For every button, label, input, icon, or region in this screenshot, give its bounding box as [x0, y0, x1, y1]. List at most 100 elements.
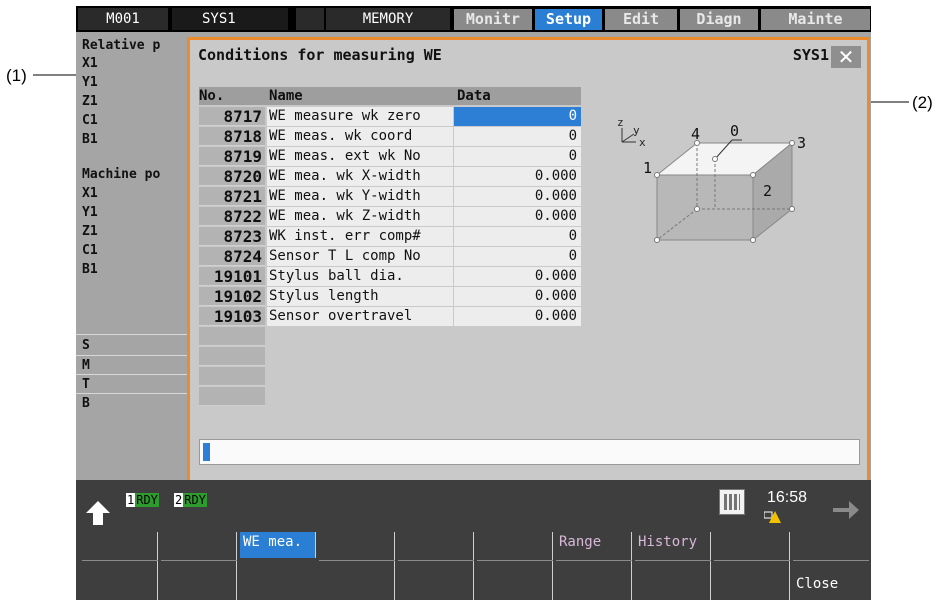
table-row[interactable]	[199, 387, 265, 406]
parameter-number: 8718	[199, 127, 265, 146]
softkey-divider	[793, 560, 869, 561]
parameter-value[interactable]: 0	[454, 107, 581, 126]
parameter-value[interactable]: 0	[454, 147, 581, 166]
softkey-5[interactable]	[398, 532, 474, 600]
close-icon[interactable]: ✕	[831, 46, 861, 68]
softkey-6[interactable]	[477, 532, 553, 600]
softkey-9[interactable]	[714, 532, 790, 600]
tab-edit[interactable]: Edit	[605, 9, 677, 30]
tab-monitor[interactable]: Monitr	[454, 9, 532, 30]
table-row[interactable]: 19101 Stylus ball dia. 0.000	[199, 267, 581, 286]
workpiece-diagram: z y x 0 1 2 3 4	[617, 116, 806, 243]
parameter-value[interactable]: 0.000	[454, 287, 581, 306]
tab-setup[interactable]: Setup	[535, 9, 602, 30]
parameter-number	[199, 367, 265, 386]
clock-time: 16:58	[767, 489, 808, 506]
relative-axis-y: Y1	[82, 75, 98, 90]
parameter-number	[199, 327, 265, 346]
parameter-name: WE mea. wk X-width	[267, 167, 453, 186]
system-name: SYS1	[172, 8, 288, 30]
table-row[interactable]: 8720 WE mea. wk X-width 0.000	[199, 167, 581, 186]
column-header-name: Name	[269, 88, 303, 104]
machine-axis-y: Y1	[82, 205, 98, 220]
program-number: M001	[78, 8, 168, 30]
table-row[interactable]: 19103 Sensor overtravel 0.000	[199, 307, 581, 326]
softkey-7[interactable]: Range	[556, 532, 632, 600]
ready-indicator-2: 2 RDY	[174, 492, 207, 509]
dialog-title: Conditions for measuring WE	[198, 46, 442, 64]
softkey-10[interactable]: Close	[793, 532, 869, 600]
axis-label-z: z	[617, 116, 624, 129]
parameter-name: Stylus length	[267, 287, 453, 306]
softkey-1[interactable]	[82, 532, 158, 600]
parameter-number: 8717	[199, 107, 265, 126]
machine-axis-c: C1	[82, 243, 98, 258]
tab-diagnosis[interactable]: Diagn	[680, 9, 758, 30]
input-cursor	[203, 443, 210, 461]
softkey-divider	[477, 560, 553, 561]
data-input-field[interactable]	[199, 439, 860, 465]
parameter-name: WE meas. ext wk No	[267, 147, 453, 166]
softkey-3[interactable]: WE mea.	[240, 532, 316, 558]
parameter-value[interactable]: 0.000	[454, 187, 581, 206]
parameter-number	[199, 387, 265, 406]
parameter-name: Sensor overtravel	[267, 307, 453, 326]
table-row[interactable]: 8718 WE meas. wk coord 0	[199, 127, 581, 146]
parameter-number: 19102	[199, 287, 265, 306]
parameter-value[interactable]: 0.000	[454, 307, 581, 326]
softkey-2[interactable]	[161, 532, 237, 600]
parameter-value[interactable]: 0.000	[454, 267, 581, 286]
parameter-number: 19101	[199, 267, 265, 286]
warning-icon	[763, 509, 782, 523]
table-row[interactable]: 8721 WE mea. wk Y-width 0.000	[199, 187, 581, 206]
table-row[interactable]	[199, 347, 265, 366]
parameter-number: 19103	[199, 307, 265, 326]
point-label-2: 2	[763, 182, 772, 200]
table-row[interactable]: 8719 WE meas. ext wk No 0	[199, 147, 581, 166]
divider	[76, 355, 188, 356]
up-arrow-icon[interactable]	[84, 498, 112, 526]
table-row[interactable]: 8717 WE measure wk zero 0	[199, 107, 581, 126]
table-row[interactable]: 8724 Sensor T L comp No 0	[199, 247, 581, 266]
softkey-4[interactable]	[319, 532, 395, 600]
calculator-icon[interactable]	[719, 489, 745, 515]
softkey-8[interactable]: History	[635, 532, 711, 600]
parameter-name: WE mea. wk Z-width	[267, 207, 453, 226]
divider	[76, 374, 188, 375]
parameter-number: 8722	[199, 207, 265, 226]
softkey-label: History	[638, 534, 698, 550]
table-row[interactable]	[199, 327, 265, 346]
relative-axis-x: X1	[82, 56, 98, 71]
parameter-name: Sensor T L comp No	[267, 247, 453, 266]
softkey-label: Close	[796, 576, 839, 592]
axis-label-x: x	[639, 136, 646, 149]
divider	[76, 334, 188, 335]
softkey-area: 1 RDY 2 RDY 16:58 WE mea. Range History Close	[76, 480, 871, 600]
parameter-value[interactable]: 0	[454, 127, 581, 146]
table-row[interactable]	[199, 367, 265, 386]
softkey-divider	[82, 560, 158, 561]
ready-2-label: RDY	[183, 493, 207, 507]
ready-1-number: 1	[126, 493, 136, 507]
table-row[interactable]: 8722 WE mea. wk Z-width 0.000	[199, 207, 581, 226]
table-row[interactable]: 8723 WK inst. err comp# 0	[199, 227, 581, 246]
point-label-0: 0	[730, 122, 739, 140]
parameter-value[interactable]: 0	[454, 247, 581, 266]
table-row[interactable]: 19102 Stylus length 0.000	[199, 287, 581, 306]
relative-axis-b: B1	[82, 132, 98, 147]
spindle-label-m: M	[82, 358, 90, 373]
softkey-label: Range	[559, 534, 602, 550]
operation-mode: MEMORY	[326, 8, 450, 30]
parameter-number: 8721	[199, 187, 265, 206]
right-arrow-icon[interactable]	[831, 498, 861, 522]
parameter-value[interactable]: 0.000	[454, 207, 581, 226]
parameter-name: WE measure wk zero	[267, 107, 453, 126]
annotation-2: (2)	[912, 93, 933, 112]
tab-maintenance[interactable]: Mainte	[761, 9, 870, 30]
parameter-name: WK inst. err comp#	[267, 227, 453, 246]
softkey-divider	[161, 560, 237, 561]
parameter-value[interactable]: 0	[454, 227, 581, 246]
parameter-name: Stylus ball dia.	[267, 267, 453, 286]
ready-indicator-1: 1 RDY	[126, 492, 159, 509]
parameter-value[interactable]: 0.000	[454, 167, 581, 186]
